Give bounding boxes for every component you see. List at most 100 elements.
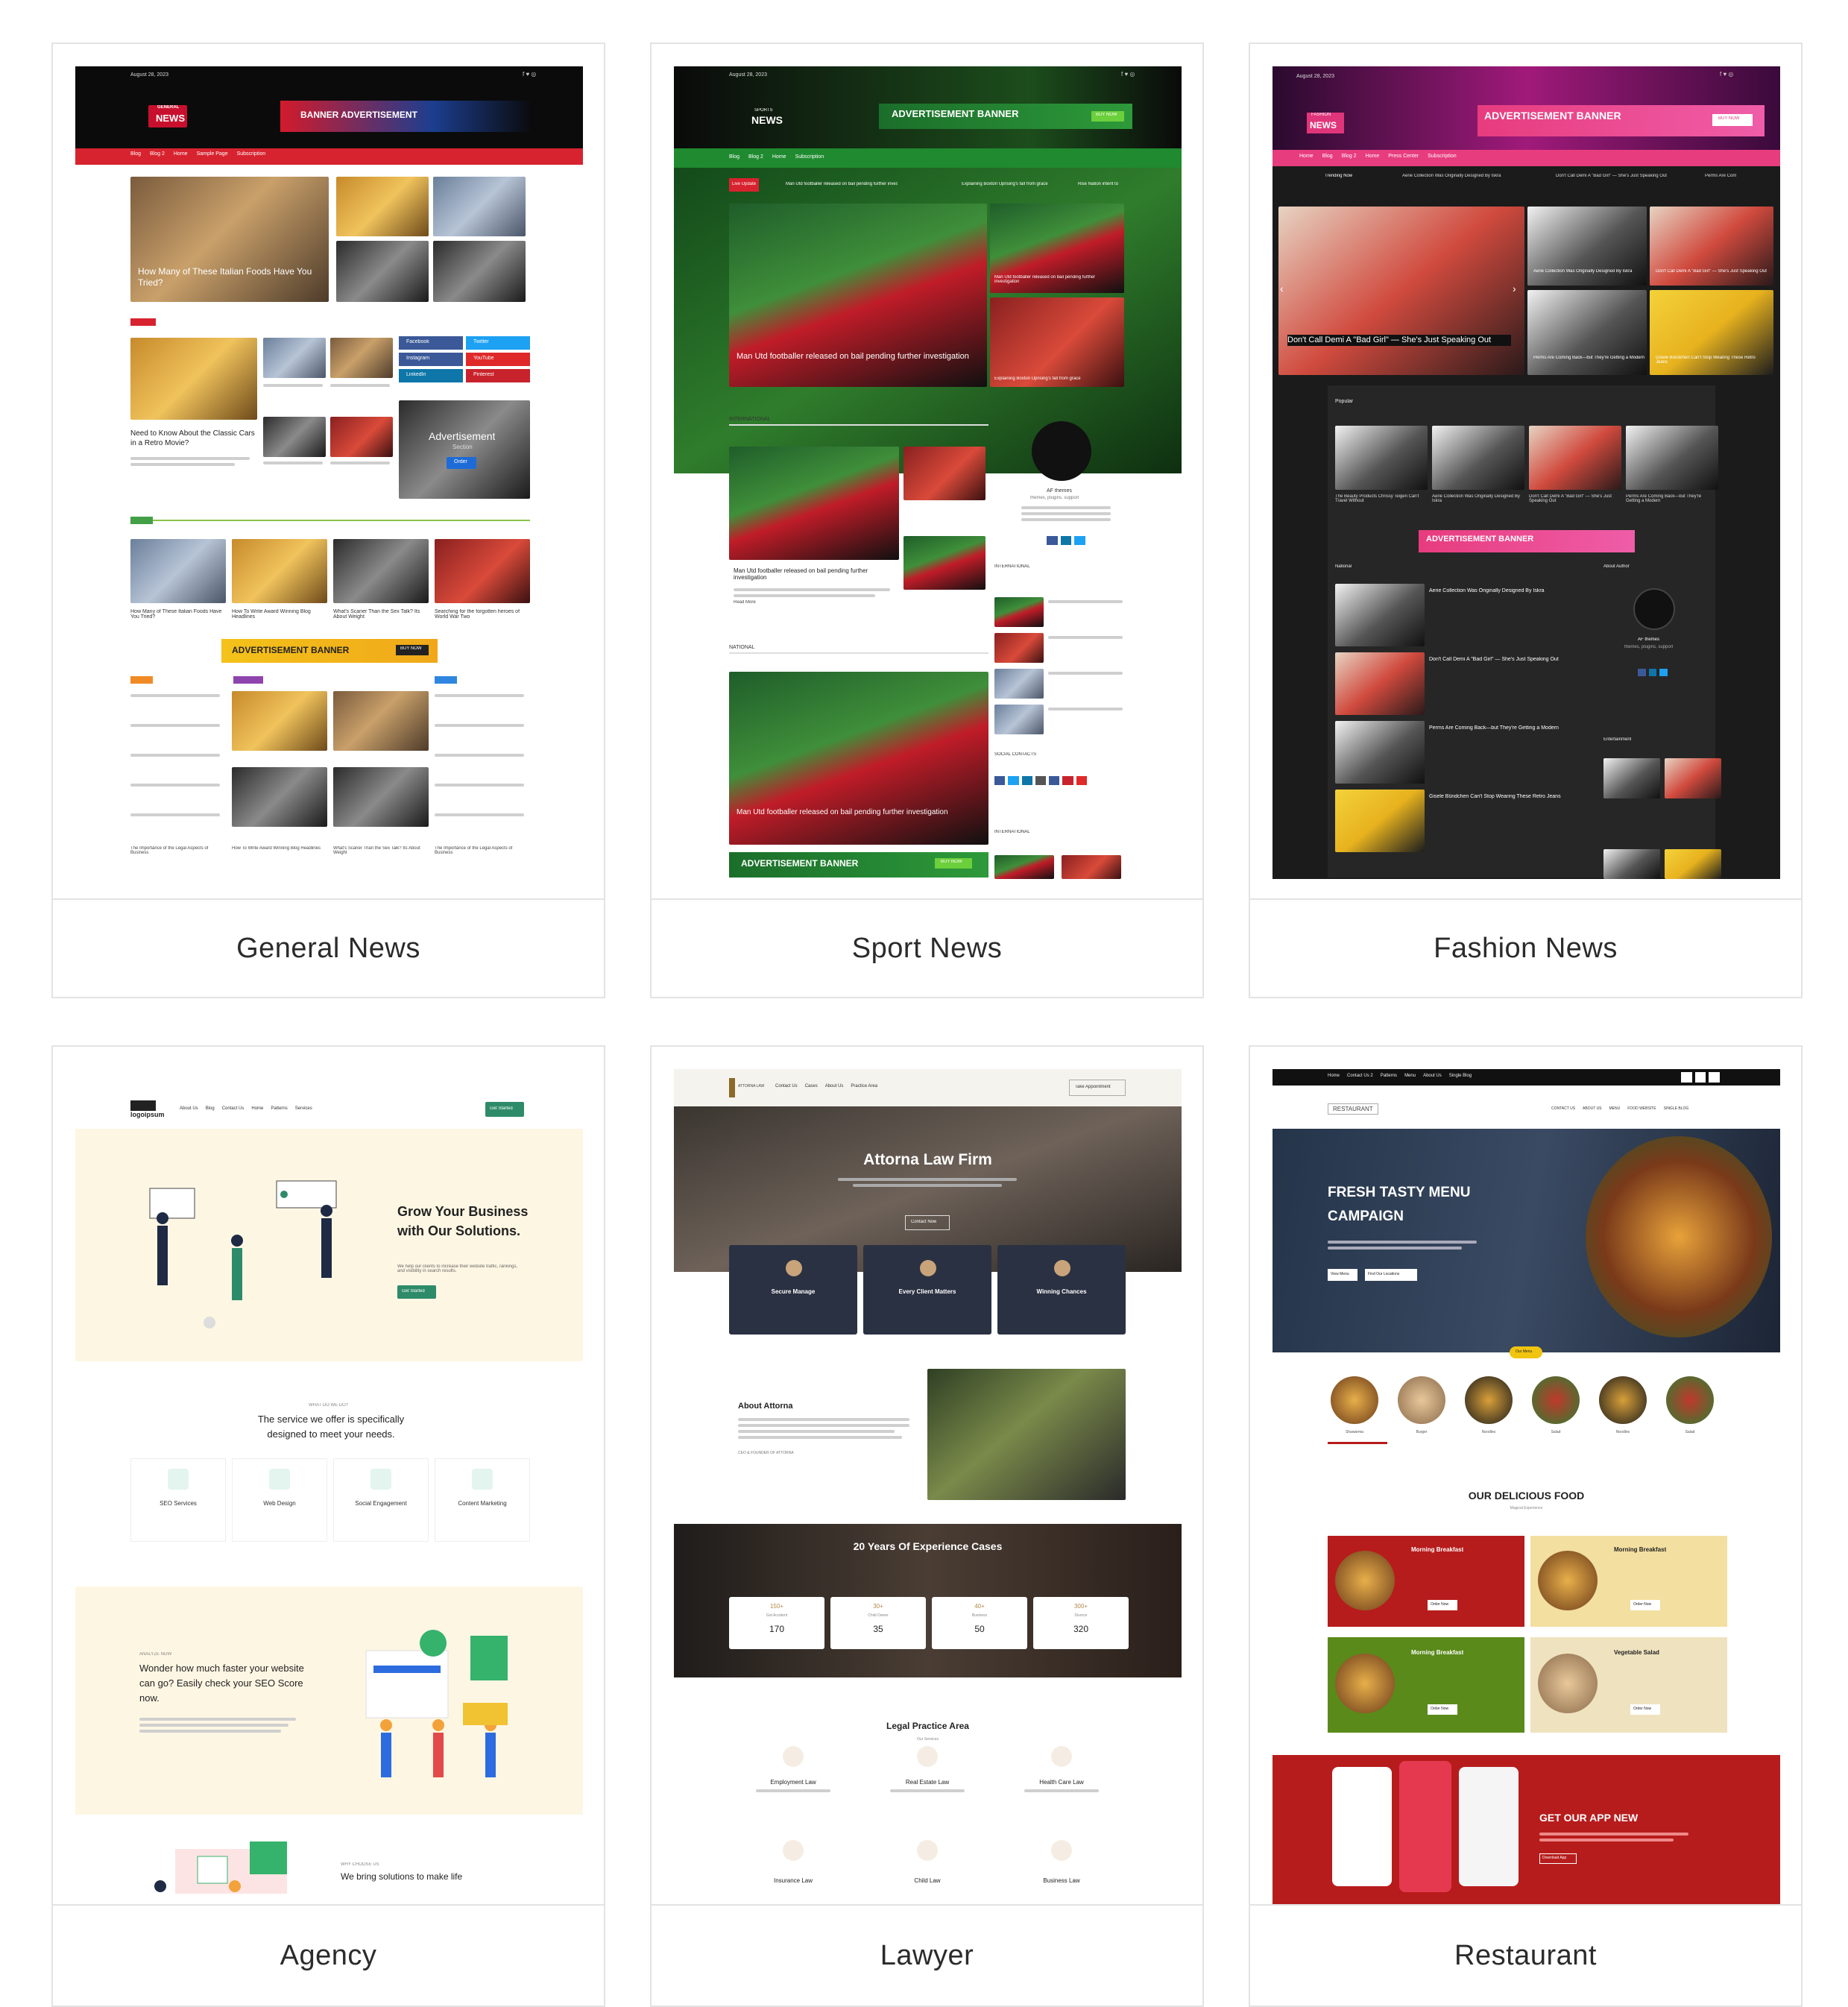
twitter-icon[interactable] — [1694, 1072, 1706, 1083]
facebook-icon[interactable] — [1638, 669, 1646, 676]
nav-item[interactable]: Home — [251, 1106, 263, 1111]
nav-item[interactable]: Blog — [1322, 154, 1333, 159]
instagram-icon[interactable] — [1035, 776, 1047, 785]
side-headline[interactable]: Man Utd footballer released on bail pend… — [994, 275, 1120, 284]
nav-item[interactable]: Contact Us — [775, 1084, 798, 1088]
nav-item[interactable]: Home — [1366, 154, 1380, 159]
list-thumb[interactable] — [1335, 584, 1425, 646]
nav-item[interactable]: About Us — [180, 1106, 198, 1111]
nav-item[interactable]: Single Blog — [1449, 1074, 1472, 1078]
popular-image[interactable] — [1529, 426, 1621, 490]
list-title[interactable]: Gisele Bündchen Can't Stop Wearing These… — [1429, 794, 1578, 799]
hero-image[interactable] — [1278, 207, 1524, 375]
ticker-item[interactable]: Explaining Boxton Uprising's fall from g… — [962, 182, 1059, 186]
carousel-next-icon[interactable]: › — [1513, 283, 1516, 294]
category-image[interactable] — [1398, 1376, 1445, 1424]
nav-item[interactable]: CONTACT US — [1551, 1106, 1575, 1111]
thumb-image[interactable] — [1650, 207, 1773, 286]
practice-item[interactable]: Health Care Law — [997, 1779, 1126, 1786]
template-card-fashion-news[interactable]: August 28, 2023 f ♥ ◎ FASHION NEWS ADVER… — [1249, 42, 1803, 998]
thumb-image[interactable] — [1665, 849, 1721, 879]
thumb-image[interactable] — [263, 417, 326, 457]
nav-item[interactable]: Home — [772, 154, 786, 160]
thumb-image[interactable] — [903, 447, 986, 500]
nav-item[interactable]: Contact Us 2 — [1347, 1074, 1373, 1078]
ticker-item[interactable]: Man Utd footballer released on bail pend… — [786, 182, 898, 186]
nav-item[interactable]: About Us — [1423, 1074, 1442, 1078]
popular-image[interactable] — [1626, 426, 1718, 490]
nav-item[interactable]: SINGLE BLOG — [1664, 1106, 1689, 1111]
template-preview[interactable]: August 28, 2023 f ♥ ◎ FASHION NEWS ADVER… — [1273, 66, 1780, 879]
article-title[interactable]: Man Utd footballer released on bail pend… — [734, 567, 898, 581]
template-preview[interactable]: ATTORNA LAW Contact Us Cases About Us Pr… — [674, 1069, 1182, 1904]
side-headline[interactable]: Don't Call Demi A "Bad Girl" — She's Jus… — [1656, 269, 1767, 274]
category-image[interactable] — [1532, 1376, 1580, 1424]
nav-item[interactable]: Blog 2 — [150, 151, 165, 157]
nav-item[interactable]: MENU — [1609, 1106, 1621, 1111]
template-card-lawyer[interactable]: ATTORNA LAW Contact Us Cases About Us Pr… — [650, 1045, 1204, 2007]
list-thumb[interactable] — [994, 633, 1044, 663]
template-preview[interactable]: Home Contact Us 2 Patterns Menu About Us… — [1273, 1069, 1780, 1904]
nav-item[interactable]: Subscription — [795, 154, 824, 160]
hero-headline[interactable]: How Many of These Italian Foods Have You… — [138, 266, 317, 289]
category-image[interactable] — [1465, 1376, 1513, 1424]
youtube-icon[interactable] — [1709, 1072, 1721, 1083]
linkedin-icon[interactable] — [1060, 536, 1072, 545]
thumb-image[interactable] — [433, 241, 526, 302]
pinterest-icon[interactable] — [1062, 776, 1073, 785]
list-title[interactable]: Perms Are Coming Back—but They're Gettin… — [1429, 725, 1578, 731]
template-card-sport-news[interactable]: August 28, 2023 f ♥ ◎ SPORTS NEWS ADVERT… — [650, 42, 1204, 998]
thumb-image[interactable] — [1603, 849, 1660, 879]
thumb-image[interactable] — [330, 417, 393, 457]
side-headline[interactable]: Gisele Bündchen Can't Stop Wearing These… — [1656, 356, 1767, 365]
nav-item[interactable]: About Us — [825, 1084, 844, 1088]
nav-item[interactable]: Services — [295, 1106, 312, 1111]
thumb-image[interactable] — [336, 241, 429, 302]
popular-image[interactable] — [232, 539, 327, 603]
popular-title[interactable]: Searching for the forgotten heroes of Wo… — [435, 609, 530, 620]
footer-item[interactable]: The Importance of the Legal Aspects of B… — [435, 846, 530, 855]
twitter-icon[interactable] — [1008, 776, 1019, 785]
ticker-item[interactable]: Rise Nation intent to — [1078, 182, 1130, 186]
linkedin-icon[interactable] — [1021, 776, 1032, 785]
trending-item[interactable]: Aerie Collection Was Originally Designed… — [1402, 174, 1536, 178]
template-preview[interactable]: logoipsum About Us Blog Contact Us Home … — [75, 1069, 583, 1904]
popular-title[interactable]: How To Write Award Winning Blog Headline… — [232, 609, 327, 620]
nav-item[interactable]: Home — [174, 151, 188, 157]
template-card-general-news[interactable]: August 28, 2023 f ♥ ◎ GENERAL NEWS BANNE… — [51, 42, 605, 998]
popular-image[interactable] — [333, 539, 429, 603]
popular-image[interactable] — [435, 539, 530, 603]
footer-item[interactable]: What's Scarier Than the Sex Talk? Its Ab… — [333, 846, 429, 855]
thumb-image[interactable] — [336, 177, 429, 236]
card-title[interactable]: Fashion News — [1250, 898, 1801, 997]
thumb-image[interactable] — [1527, 290, 1647, 375]
side-headline[interactable]: Perms Are Coming Back—but They're Gettin… — [1533, 356, 1645, 360]
thumb-image[interactable] — [990, 297, 1124, 387]
template-card-restaurant[interactable]: Home Contact Us 2 Patterns Menu About Us… — [1249, 1045, 1803, 2007]
popular-title[interactable]: Don't Call Demi A "Bad Girl" — She's Jus… — [1529, 494, 1617, 503]
nav-item[interactable]: Blog — [130, 151, 141, 157]
hero-headline[interactable]: Don't Call Demi A "Bad Girl" — She's Jus… — [1287, 335, 1511, 346]
list-thumb[interactable] — [994, 855, 1054, 879]
card-title[interactable]: Sport News — [652, 898, 1202, 997]
twitter-icon[interactable] — [1659, 669, 1668, 676]
thumb-image[interactable] — [1603, 758, 1660, 798]
nav-item[interactable]: Patterns — [1381, 1074, 1397, 1078]
read-more-link[interactable]: Read More — [734, 600, 756, 605]
nav-item[interactable]: Menu — [1404, 1074, 1416, 1078]
list-title[interactable]: Don't Call Demi A "Bad Girl" — She's Jus… — [1429, 657, 1578, 662]
popular-title[interactable]: The Beauty Products Chrissy Teigen Can't… — [1335, 494, 1423, 503]
list-thumb[interactable] — [994, 669, 1044, 699]
nav-item[interactable]: FOOD WEBSITE — [1627, 1106, 1656, 1111]
nav-item[interactable]: Patterns — [271, 1106, 287, 1111]
popular-title[interactable]: Perms Are Coming Back—but They're Gettin… — [1626, 494, 1714, 503]
practice-item[interactable]: Business Law — [997, 1877, 1126, 1883]
side-headline[interactable]: Explaining Boxton Uprising's fall from g… — [994, 376, 1120, 381]
list-thumb[interactable] — [1335, 790, 1425, 852]
thumb-image[interactable] — [433, 177, 526, 236]
national-headline[interactable]: Man Utd footballer released on bail pend… — [737, 807, 960, 818]
side-headline[interactable]: Aerie Collection Was Originally Designed… — [1533, 269, 1645, 274]
list-title[interactable]: Aerie Collection Was Originally Designed… — [1429, 588, 1578, 593]
category-image[interactable] — [1666, 1376, 1714, 1424]
nav-item[interactable]: Blog 2 — [748, 154, 763, 160]
